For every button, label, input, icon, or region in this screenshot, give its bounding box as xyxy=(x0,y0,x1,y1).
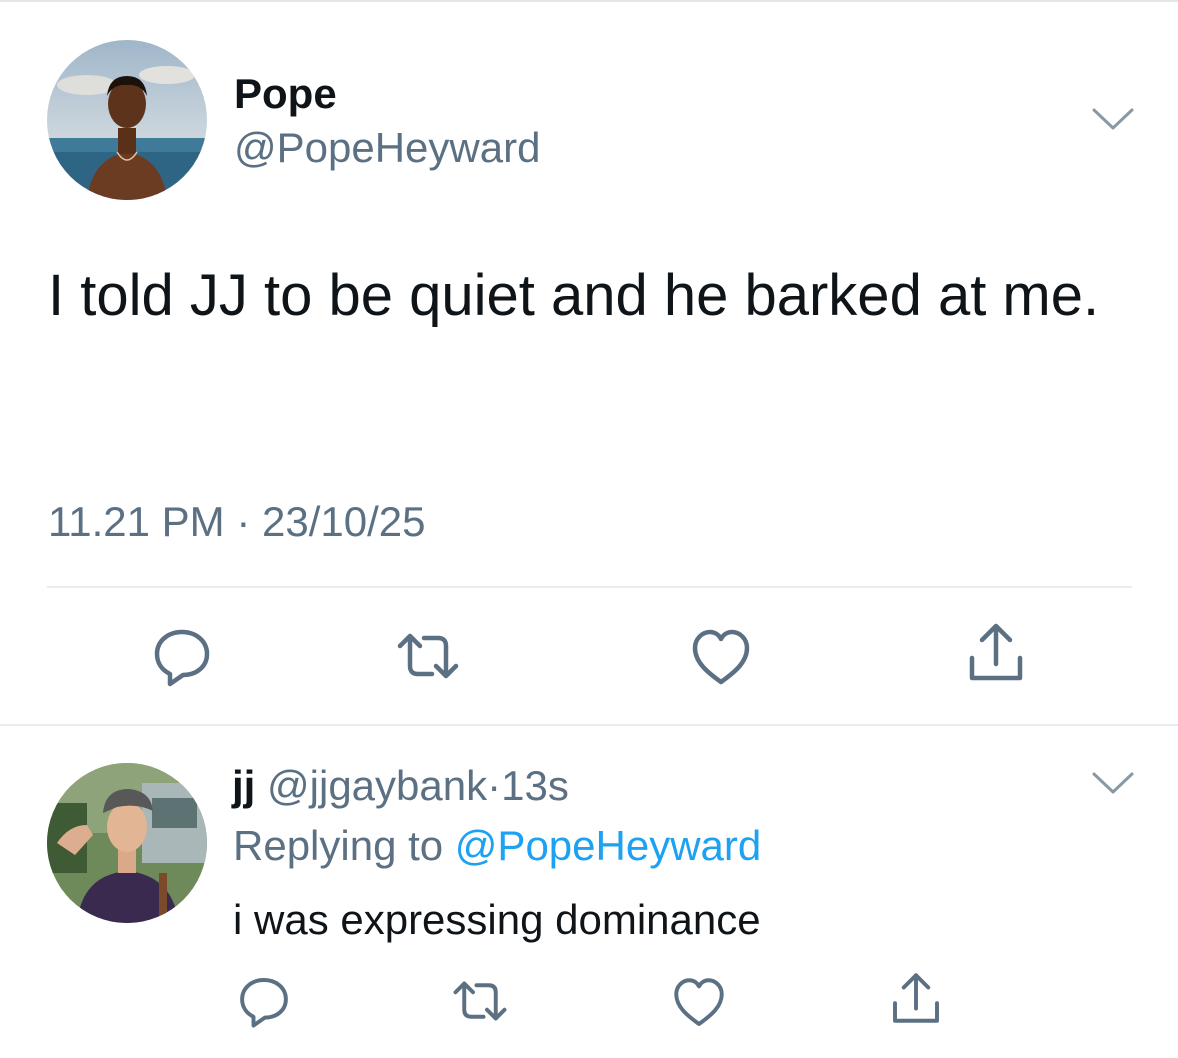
like-icon[interactable] xyxy=(671,975,727,1031)
reply-text: i was expressing dominance xyxy=(233,896,761,943)
user-handle[interactable]: @PopeHeyward xyxy=(234,124,540,172)
replying-to: Replying to @PopeHeyward xyxy=(233,822,761,870)
tweet-timestamp[interactable]: 11.21 PM · 23/10/25 xyxy=(48,498,425,546)
reply-time[interactable]: 13s xyxy=(501,762,569,809)
tweet-text: I told JJ to be quiet and he barked at m… xyxy=(48,263,1100,328)
replying-prefix: Replying to xyxy=(233,822,444,869)
avatar[interactable] xyxy=(47,763,207,923)
retweet-icon[interactable] xyxy=(396,624,460,688)
divider xyxy=(0,724,1178,726)
chevron-down-icon[interactable] xyxy=(1091,107,1135,133)
reply-icon[interactable] xyxy=(150,624,214,688)
avatar-image xyxy=(47,40,207,200)
top-divider xyxy=(0,0,1178,2)
like-icon[interactable] xyxy=(689,626,753,690)
share-icon[interactable] xyxy=(888,970,944,1026)
retweet-icon[interactable] xyxy=(452,973,508,1029)
divider xyxy=(47,586,1132,588)
display-name[interactable]: jj xyxy=(232,762,255,809)
reply-icon[interactable] xyxy=(236,973,292,1029)
separator: · xyxy=(487,762,502,809)
display-name[interactable]: Pope xyxy=(234,70,337,118)
avatar[interactable] xyxy=(47,40,207,200)
reply-header: jj @jjgaybank·13s xyxy=(232,762,569,810)
share-icon[interactable] xyxy=(964,620,1028,684)
replying-to-link[interactable]: @PopeHeyward xyxy=(455,822,761,869)
avatar-image xyxy=(47,763,207,923)
user-handle[interactable]: @jjgaybank xyxy=(267,762,487,809)
chevron-down-icon[interactable] xyxy=(1091,771,1135,797)
